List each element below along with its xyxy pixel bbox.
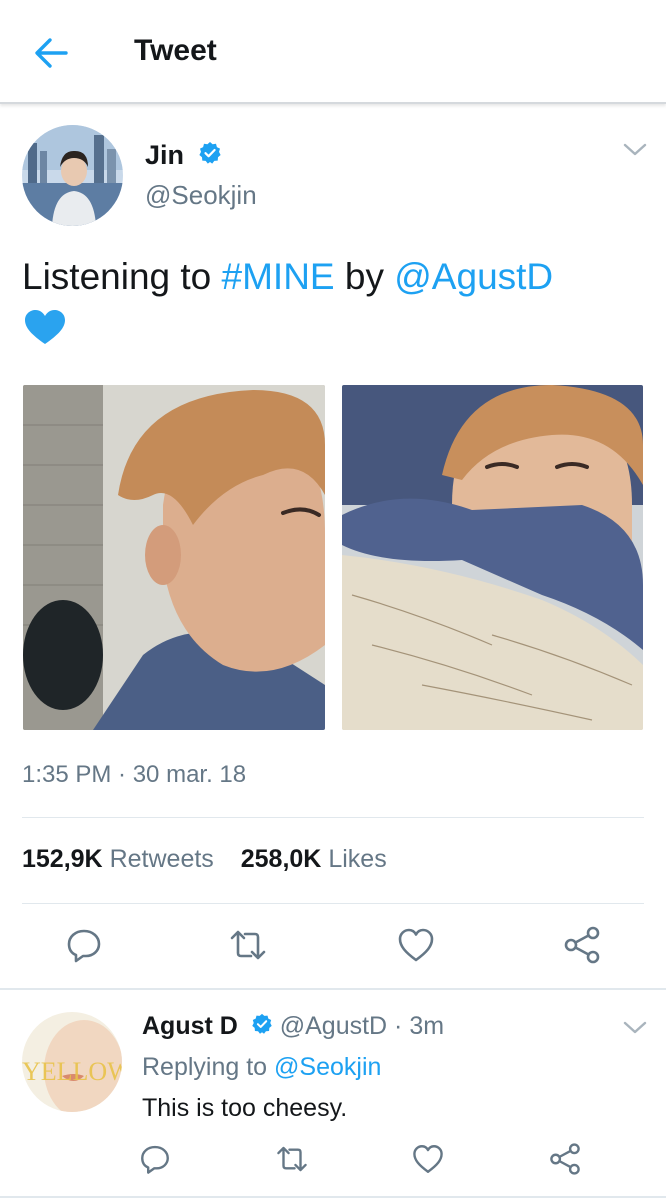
hashtag-link[interactable]: #MINE: [222, 256, 335, 297]
engagement-stats: 152,9K Retweets 258,0K Likes: [22, 845, 407, 874]
mention-link[interactable]: @AgustD: [394, 256, 553, 297]
like-label: Likes: [328, 845, 387, 873]
tweet-photo-1[interactable]: [23, 385, 325, 730]
like-icon[interactable]: [396, 925, 436, 965]
reply-author-name[interactable]: Agust D: [142, 1012, 238, 1040]
likes-stat[interactable]: 258,0K Likes: [241, 845, 387, 874]
reply-icon[interactable]: [64, 925, 104, 965]
verified-badge-icon: [198, 141, 222, 172]
tweet-detail-screen: Tweet Jin @Seokjin Listening to #MINE by…: [0, 0, 666, 1200]
like-count: 258,0K: [240, 845, 322, 873]
reply-time: 3m: [409, 1012, 445, 1040]
avatar[interactable]: [22, 125, 123, 226]
chevron-down-icon[interactable]: [622, 142, 648, 163]
reply-icon[interactable]: [138, 1142, 172, 1176]
retweets-stat[interactable]: 152,9K Retweets: [22, 845, 214, 874]
blue-heart-emoji: [24, 310, 66, 351]
tweet-text: Listening to #MINE by @AgustD: [22, 254, 652, 300]
divider: [22, 817, 644, 818]
replying-prefix: Replying to: [142, 1053, 275, 1081]
retweet-count: 152,9K: [22, 845, 103, 873]
verified-badge-icon: [251, 1013, 273, 1042]
author-handle[interactable]: @Seokjin: [145, 180, 257, 211]
author-display-name: Jin: [145, 140, 185, 170]
reply-text: This is too cheesy.: [142, 1094, 348, 1122]
retweet-label: Retweets: [109, 845, 214, 873]
retweet-icon[interactable]: [275, 1142, 309, 1176]
tweet-photo-2[interactable]: [342, 385, 643, 730]
tweet-timestamp[interactable]: 1:35 PM · 30 mar. 18: [22, 761, 246, 789]
top-app-bar: Tweet: [0, 0, 666, 104]
tweet-text-mid: by: [334, 256, 395, 297]
divider: [0, 1196, 666, 1198]
replying-to: Replying to @Seokjin: [142, 1053, 381, 1082]
reply-header: Agust D @AgustD · 3m: [142, 1012, 444, 1042]
page-title: Tweet: [134, 34, 217, 67]
divider: [22, 903, 644, 904]
thread-separator: [0, 988, 666, 990]
tweet-text-prefix: Listening to: [22, 256, 222, 297]
replying-to-mention[interactable]: @Seokjin: [274, 1053, 381, 1081]
like-icon[interactable]: [411, 1142, 445, 1176]
retweet-icon[interactable]: [228, 925, 268, 965]
reply-author-handle[interactable]: @AgustD: [280, 1012, 387, 1040]
reply-separator: ·: [387, 1012, 410, 1040]
svg-text:YELLOW: YELLOW: [22, 1057, 122, 1086]
author-name[interactable]: Jin: [145, 140, 222, 172]
share-icon[interactable]: [548, 1142, 582, 1176]
reply-avatar[interactable]: YELLOW: [22, 1012, 122, 1112]
chevron-down-icon[interactable]: [622, 1020, 648, 1041]
back-arrow-icon[interactable]: [30, 32, 72, 74]
share-icon[interactable]: [562, 925, 602, 965]
